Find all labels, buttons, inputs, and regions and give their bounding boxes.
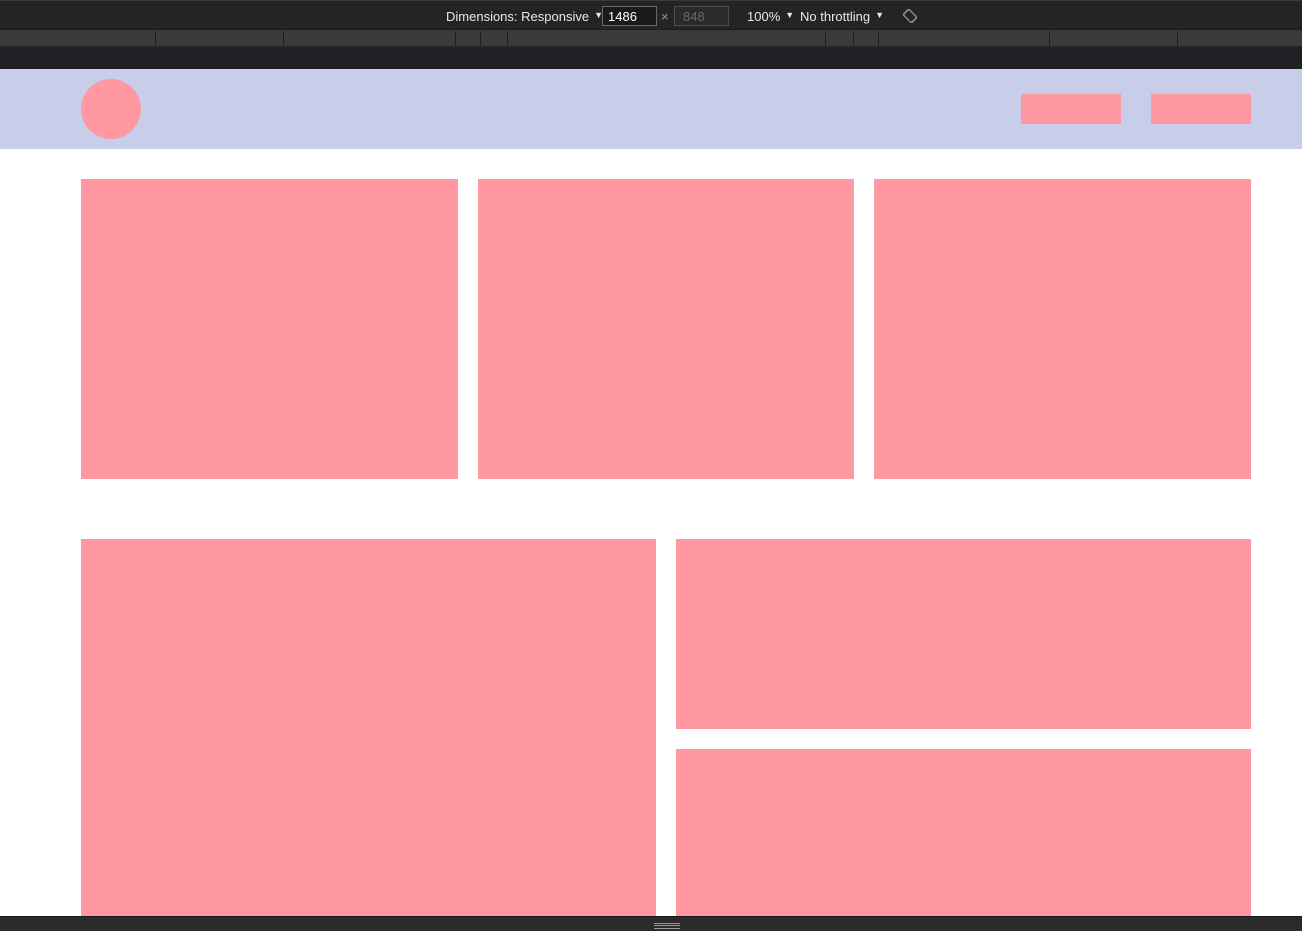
media-query-marker[interactable] (283, 31, 284, 46)
chevron-down-icon: ▼ (785, 10, 795, 20)
nav-button-2[interactable] (1151, 94, 1251, 124)
nav-button-1[interactable] (1021, 94, 1121, 124)
dimensions-dropdown[interactable]: Dimensions: Responsive ▼ (446, 1, 603, 31)
chevron-down-icon: ▼ (875, 10, 885, 20)
media-query-bar[interactable] (0, 30, 1302, 47)
feature-card-large (81, 539, 656, 916)
rotate-icon[interactable] (902, 8, 918, 24)
logo-placeholder[interactable] (81, 79, 141, 139)
content-card-3 (874, 179, 1251, 479)
page-viewport (0, 69, 1302, 916)
dimension-separator: × (661, 9, 669, 24)
media-query-marker[interactable] (155, 31, 156, 46)
feature-card-side-1 (676, 539, 1251, 729)
content-card-2 (478, 179, 854, 479)
media-query-marker[interactable] (1049, 31, 1050, 46)
content-card-1 (81, 179, 458, 479)
device-toolbar: Dimensions: Responsive ▼ × 100% ▼ No thr… (0, 0, 1302, 30)
media-query-marker[interactable] (507, 31, 508, 46)
zoom-dropdown[interactable]: 100% ▼ (747, 1, 794, 31)
site-header (0, 69, 1302, 149)
width-input[interactable] (602, 6, 657, 26)
media-query-marker[interactable] (825, 31, 826, 46)
media-query-marker[interactable] (853, 31, 854, 46)
media-query-marker[interactable] (1177, 31, 1178, 46)
resize-bar[interactable] (0, 916, 1302, 931)
ruler-strip (0, 47, 1302, 69)
throttling-dropdown[interactable]: No throttling ▼ (800, 1, 884, 31)
drag-handle-icon[interactable] (654, 923, 680, 929)
zoom-label: 100% (747, 8, 781, 24)
media-query-marker[interactable] (878, 31, 879, 46)
throttling-label: No throttling (800, 8, 871, 24)
media-query-marker[interactable] (480, 31, 481, 46)
feature-card-side-2 (676, 749, 1251, 916)
height-input[interactable] (674, 6, 729, 26)
dimensions-label: Dimensions: Responsive (446, 8, 590, 24)
media-query-marker[interactable] (455, 31, 456, 46)
